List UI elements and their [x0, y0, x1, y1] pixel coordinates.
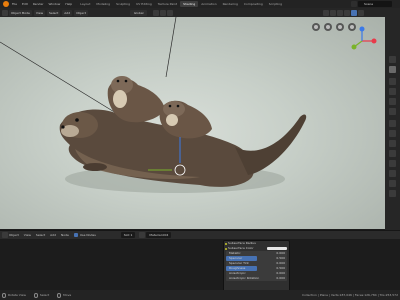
node-editor-canvas[interactable]: Subsurface Radius Subsurface Color Metal… [0, 239, 400, 290]
mouse-icon [33, 292, 38, 298]
tab-texture-paint[interactable]: Texture Paint [155, 1, 180, 7]
ne-object-dropdown[interactable]: Object [9, 233, 19, 237]
camera-line [165, 17, 177, 78]
slot-dropdown[interactable]: Slot 1 [120, 232, 136, 238]
status-rotate-view: Rotate View [8, 293, 26, 297]
tab-modeling[interactable]: Modeling [93, 1, 113, 7]
blender-logo-icon[interactable] [3, 1, 9, 7]
menu-edit[interactable]: Edit [22, 2, 28, 6]
mouse-icon [57, 292, 62, 298]
status-select: Select [39, 293, 50, 297]
menu-select[interactable]: Select [47, 9, 61, 16]
tab-scripting[interactable]: Scripting [266, 1, 285, 7]
orientation-dropdown[interactable]: Global [129, 9, 148, 16]
proportional-edit-icon[interactable] [167, 9, 174, 16]
status-move: Move [63, 293, 72, 297]
menu-object[interactable]: Object [74, 9, 88, 16]
socket-icon[interactable] [225, 247, 227, 250]
light-line [0, 41, 117, 114]
particles-tab-icon[interactable] [389, 140, 396, 147]
scene-render [0, 17, 377, 193]
snap-icon[interactable] [160, 9, 167, 16]
use-nodes-label: Use Nodes [79, 233, 96, 237]
material-sphere-icon[interactable] [139, 232, 146, 238]
viewport-header: Object Mode View Select Add Object Globa… [0, 8, 385, 17]
use-nodes-checkbox[interactable] [73, 233, 78, 237]
status-bar: Rotate View Select Move Collection | Pla… [0, 290, 400, 300]
scene-statistics: Collection | Plane | Verts:187,046 | Fac… [302, 293, 398, 297]
pivot-icon[interactable] [153, 9, 160, 16]
menu-file[interactable]: File [12, 2, 17, 6]
menu-window[interactable]: Window [49, 2, 61, 6]
properties-tab-strip [385, 8, 400, 230]
small-otter-1-eye [116, 79, 120, 83]
color-swatch[interactable] [267, 247, 287, 250]
ne-menu-node[interactable]: Node [61, 233, 69, 237]
node-editor-type-icon[interactable] [2, 232, 8, 238]
node-row-anisotropic-rotation[interactable]: Anisotropic Rotation 0.000 [226, 276, 287, 281]
tab-uv-editing[interactable]: UV Editing [133, 1, 155, 7]
physics-tab-icon[interactable] [389, 150, 396, 157]
material-preview-icon[interactable] [351, 9, 357, 16]
material-name-field[interactable]: Material.004 [146, 232, 172, 238]
editor-type-icon[interactable] [2, 9, 8, 16]
scene-selector[interactable]: Scene [358, 1, 392, 7]
small-otter-1-chest [113, 90, 127, 108]
shading-buttons [323, 9, 365, 16]
texture-tab-icon[interactable] [389, 190, 396, 197]
node-editor-header: Object View Select Add Node Use Nodes Sl… [0, 230, 400, 239]
large-otter-paw [83, 163, 107, 171]
tool-tab-icon[interactable] [389, 56, 396, 63]
output-tab-icon[interactable] [389, 78, 396, 85]
tab-compositing[interactable]: Compositing [241, 1, 266, 7]
xray-icon[interactable] [330, 9, 336, 16]
tab-sculpting[interactable]: Sculpting [113, 1, 133, 7]
object-tab-icon[interactable] [389, 120, 396, 127]
menu-add[interactable]: Add [62, 9, 73, 16]
overlay-icon[interactable] [323, 9, 329, 16]
ne-menu-select[interactable]: Select [36, 233, 45, 237]
tab-animation[interactable]: Animation [198, 1, 219, 7]
menu-help[interactable]: Help [65, 2, 72, 6]
principled-bsdf-node[interactable]: Subsurface Radius Subsurface Color Metal… [223, 240, 290, 290]
wireframe-shading-icon[interactable] [337, 9, 343, 16]
data-tab-icon[interactable] [389, 170, 396, 177]
navigation-gizmo [351, 26, 377, 50]
world-tab-icon[interactable] [389, 108, 396, 115]
constraints-tab-icon[interactable] [389, 160, 396, 167]
large-otter-nose [61, 125, 65, 129]
mouse-icon [2, 292, 6, 298]
solid-shading-icon[interactable] [344, 9, 350, 16]
small-otter-2-chest [166, 114, 178, 126]
mode-dropdown[interactable]: Object Mode [9, 9, 32, 16]
tab-layout[interactable]: Layout [77, 1, 93, 7]
tab-rendering[interactable]: Rendering [220, 1, 241, 7]
render-tab-icon[interactable] [389, 66, 396, 73]
top-bar: File Edit Render Window Help Layout Mode… [0, 0, 400, 8]
material-tab-icon[interactable] [389, 180, 396, 187]
menu-view[interactable]: View [33, 9, 46, 16]
render-preview-icon[interactable] [312, 23, 320, 31]
scene-icon[interactable] [351, 1, 357, 7]
menu-render[interactable]: Render [33, 2, 44, 6]
tab-shading[interactable]: Shading [180, 1, 199, 7]
view-layer-tab-icon[interactable] [389, 88, 396, 95]
large-otter-tail [235, 114, 307, 175]
camera-view-icon[interactable] [348, 23, 356, 31]
ne-menu-view[interactable]: View [24, 233, 31, 237]
rendered-shading-icon[interactable] [358, 9, 364, 16]
scene-tab-icon[interactable] [389, 98, 396, 105]
large-otter-eye [75, 118, 79, 122]
zoom-icon[interactable] [324, 23, 332, 31]
pan-icon[interactable] [336, 23, 344, 31]
socket-icon[interactable] [225, 242, 227, 245]
3d-viewport[interactable] [0, 17, 385, 229]
ne-menu-add[interactable]: Add [50, 233, 56, 237]
modifier-tab-icon[interactable] [389, 130, 396, 137]
